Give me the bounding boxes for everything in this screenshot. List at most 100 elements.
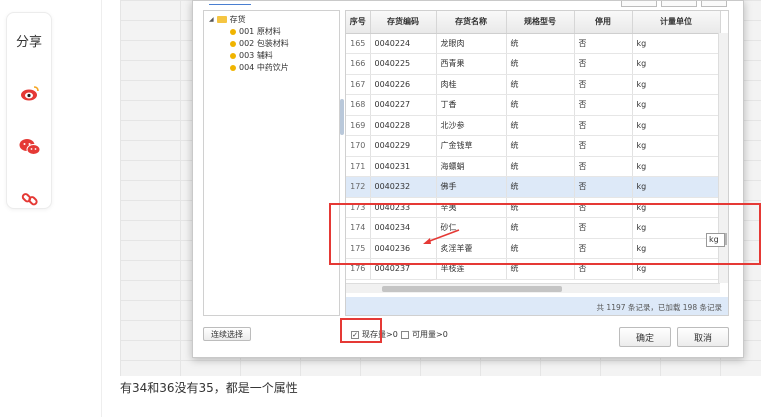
cell-name: 肉桂 [436, 74, 507, 95]
category-tree: ◢ 存货 001 原材料 002 包装材料 003 辅料 004 中药饮片 [203, 10, 340, 316]
leaf-dot-icon [230, 28, 236, 35]
content-divider [101, 0, 102, 417]
cell-unit: kg [632, 115, 721, 136]
cell-code: 0040227 [370, 94, 437, 116]
cell-name: 龙眼肉 [436, 33, 507, 54]
cell-code: 0040232 [370, 176, 437, 198]
rows-highlight-box [329, 203, 761, 265]
table-row[interactable]: 171 0040231 海螵蛸统否 kg [346, 156, 721, 177]
table-row-selected[interactable]: 172 0040232 佛手统否 kg [346, 176, 721, 198]
cell-code: 0040228 [370, 115, 437, 136]
tree-item[interactable]: 003 辅料 [230, 50, 273, 61]
cell-spec: 统 [506, 115, 575, 136]
cell-name: 广金钱草 [436, 135, 507, 157]
collapse-icon[interactable]: ◢ [209, 16, 214, 23]
column-header-seq[interactable]: 序号 [346, 11, 371, 34]
page-root: 分享 ◢ 存货 001 原材料 002 包装材料 003 辅料 004 中药饮片… [0, 0, 761, 417]
cell-spec: 统 [506, 135, 575, 157]
table-row[interactable]: 167 0040226 肉桂统否 kg [346, 74, 721, 95]
available-filter-checkbox[interactable] [401, 330, 409, 339]
cell-disabled: 否 [574, 115, 633, 136]
leaf-dot-icon [230, 40, 236, 47]
column-header-code[interactable]: 存货编码 [370, 11, 437, 34]
cell-spec: 统 [506, 33, 575, 54]
cell-disabled: 否 [574, 176, 633, 198]
record-status: 共 1197 条记录，已加载 198 条记录 [346, 297, 728, 315]
cell-name: 北沙参 [436, 115, 507, 136]
cell-unit: kg [632, 94, 721, 116]
stock-filter-highlight-box [340, 318, 382, 343]
leaf-dot-icon [230, 64, 236, 71]
cell-spec: 统 [506, 94, 575, 116]
cell-name: 丁香 [436, 94, 507, 116]
panel-splitter[interactable] [340, 99, 344, 135]
table-row[interactable]: 166 0040225 西青果统否 kg [346, 53, 721, 75]
cell-name: 海螵蛸 [436, 156, 507, 177]
table-header-row: 序号 存货编码 存货名称 规格型号 停用 计量单位 [346, 11, 721, 34]
dialog-top-button-1[interactable] [621, 1, 657, 7]
cell-code: 0040226 [370, 74, 437, 95]
folder-icon [216, 16, 227, 23]
tree-item[interactable]: 004 中药饮片 [230, 62, 289, 73]
cell-code: 0040225 [370, 53, 437, 75]
table-row[interactable]: 170 0040229 广金钱草统否 kg [346, 135, 721, 157]
cell-disabled: 否 [574, 53, 633, 75]
weibo-icon[interactable] [19, 83, 41, 103]
tree-item-label: 002 包装材料 [239, 39, 289, 48]
column-header-unit[interactable]: 计量单位 [632, 11, 721, 34]
inventory-table-panel: 序号 存货编码 存货名称 规格型号 停用 计量单位 165 0040224 龙眼肉统… [345, 10, 729, 316]
wechat-icon[interactable] [19, 137, 41, 157]
cell-disabled: 否 [574, 135, 633, 157]
dialog-top-button-2[interactable] [661, 1, 697, 7]
cell-code: 0040229 [370, 135, 437, 157]
cell-disabled: 否 [574, 33, 633, 54]
tree-item[interactable]: 002 包装材料 [230, 38, 289, 49]
cell-seq: 172 [346, 176, 371, 198]
tree-root[interactable]: ◢ 存货 [209, 14, 246, 25]
column-header-name[interactable]: 存货名称 [436, 11, 507, 34]
tree-root-label: 存货 [229, 15, 246, 24]
leaf-dot-icon [230, 52, 236, 59]
cell-disabled: 否 [574, 94, 633, 116]
embedded-screenshot: ◢ 存货 001 原材料 002 包装材料 003 辅料 004 中药饮片 序号… [120, 0, 761, 376]
table-row[interactable]: 168 0040227 丁香统否 kg [346, 94, 721, 116]
column-header-disabled[interactable]: 停用 [574, 11, 633, 34]
cell-code: 0040231 [370, 156, 437, 177]
cell-unit: kg [632, 135, 721, 157]
cell-name: 佛手 [436, 176, 507, 198]
inventory-select-dialog: ◢ 存货 001 原材料 002 包装材料 003 辅料 004 中药饮片 序号… [192, 0, 744, 358]
horizontal-scroll-thumb[interactable] [382, 286, 562, 292]
cell-seq: 167 [346, 74, 371, 95]
cell-unit: kg [632, 53, 721, 75]
tree-item-label: 004 中药饮片 [239, 63, 289, 72]
cell-spec: 统 [506, 53, 575, 75]
table-row[interactable]: 165 0040224 龙眼肉统否 kg [346, 33, 721, 54]
column-header-spec[interactable]: 规格型号 [506, 11, 575, 34]
cell-seq: 165 [346, 33, 371, 54]
dialog-top-button-3[interactable] [701, 1, 727, 7]
cell-disabled: 否 [574, 156, 633, 177]
cell-seq: 168 [346, 94, 371, 116]
cell-seq: 170 [346, 135, 371, 157]
table-row[interactable]: 169 0040228 北沙参统否 kg [346, 115, 721, 136]
dialog-top-link[interactable] [209, 1, 251, 5]
share-sidebar: 分享 [6, 12, 52, 209]
available-filter-label: 可用量>0 [412, 330, 448, 339]
horizontal-scrollbar[interactable] [346, 283, 720, 293]
cell-unit: kg [632, 156, 721, 177]
link-icon[interactable] [19, 189, 41, 209]
cell-spec: 统 [506, 156, 575, 177]
tree-item[interactable]: 001 原材料 [230, 26, 281, 37]
cell-spec: 统 [506, 176, 575, 198]
tree-item-label: 001 原材料 [239, 27, 281, 36]
cancel-button[interactable]: 取消 [677, 327, 729, 347]
share-label: 分享 [15, 35, 42, 50]
cell-code: 0040224 [370, 33, 437, 54]
cell-seq: 171 [346, 156, 371, 177]
tree-item-label: 003 辅料 [239, 51, 273, 60]
cell-spec: 统 [506, 74, 575, 95]
caption-text: 有34和36没有35，都是一个属性 [120, 381, 298, 395]
continuous-select-button[interactable]: 连续选择 [203, 327, 251, 341]
available-filter[interactable]: 可用量>0 [401, 329, 448, 340]
confirm-button[interactable]: 确定 [619, 327, 671, 347]
